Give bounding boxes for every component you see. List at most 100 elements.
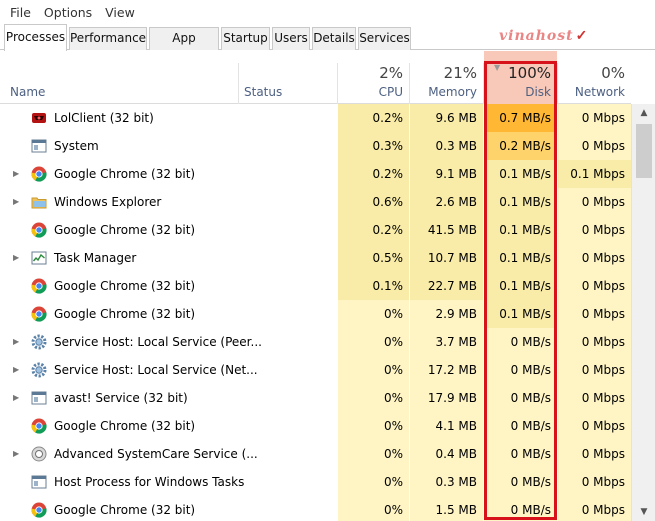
disk-value: 0 MB/s	[484, 328, 557, 356]
network-value: 0 Mbps	[558, 216, 631, 244]
disk-value: 0.2 MB/s	[484, 132, 557, 160]
tab-performance[interactable]: Performance	[69, 27, 147, 50]
network-column-label: Network	[574, 85, 625, 99]
status-value	[239, 496, 337, 521]
expand-chevron-icon[interactable]: ▶	[13, 440, 23, 468]
scroll-thumb[interactable]	[636, 124, 652, 178]
task-manager-icon	[31, 250, 47, 266]
watermark-text: vinahost	[499, 28, 574, 44]
disk-value: 0.1 MB/s	[484, 244, 557, 272]
lolclient-icon	[31, 110, 47, 126]
tab-processes[interactable]: Processes	[4, 24, 67, 51]
disk-value: 0.1 MB/s	[484, 160, 557, 188]
status-value	[239, 244, 337, 272]
network-value: 0 Mbps	[558, 496, 631, 521]
process-row[interactable]: ▶ Windows Explorer 0.6% 2.6 MB 0.1 MB/s 0 Mbp…	[0, 188, 631, 216]
process-row[interactable]: ▶ Google Chrome (32 bit) 0.2% 9.1 MB 0.1 MB/…	[0, 160, 631, 188]
process-name: Google Chrome (32 bit)	[54, 307, 196, 321]
process-row[interactable]: Google Chrome (32 bit) 0.2% 41.5 MB 0.1 MB/…	[0, 216, 631, 244]
process-name: Advanced SystemCare Service (...	[54, 447, 258, 461]
status-value	[239, 468, 337, 496]
process-name: avast! Service (32 bit)	[54, 391, 188, 405]
process-name: Google Chrome (32 bit)	[54, 419, 196, 433]
process-row[interactable]: ▶ Advanced SystemCare Service (... 0% 0.4 M…	[0, 440, 631, 468]
memory-value: 0.3 MB	[410, 468, 483, 496]
tab-details[interactable]: Details	[312, 27, 356, 50]
process-name: LolClient (32 bit)	[54, 111, 154, 125]
vertical-scrollbar[interactable]: ▲ ▼	[631, 104, 655, 521]
cpu-value: 0%	[338, 412, 409, 440]
process-row[interactable]: Google Chrome (32 bit) 0% 4.1 MB 0 MB/s 0 Mb…	[0, 412, 631, 440]
process-row[interactable]: ▶ avast! Service (32 bit) 0% 17.9 MB 0 MB/s 0…	[0, 384, 631, 412]
chrome-icon	[31, 278, 47, 294]
status-value	[239, 160, 337, 188]
memory-value: 1.5 MB	[410, 496, 483, 521]
memory-value: 17.2 MB	[410, 356, 483, 384]
memory-value: 0.4 MB	[410, 440, 483, 468]
expand-chevron-icon[interactable]: ▶	[13, 356, 23, 384]
memory-column-header[interactable]: 21% Memory	[410, 51, 483, 104]
scroll-up-icon[interactable]: ▲	[632, 104, 655, 122]
disk-column-header[interactable]: ▼ 100% Disk	[484, 51, 557, 104]
disk-value: 0.1 MB/s	[484, 300, 557, 328]
process-row[interactable]: Google Chrome (32 bit) 0.1% 22.7 MB 0.1 MB/…	[0, 272, 631, 300]
advanced-systemcare-icon	[31, 446, 47, 462]
process-row[interactable]: Google Chrome (32 bit) 0% 1.5 MB 0 MB/s 0 Mb…	[0, 496, 631, 521]
folder-icon	[31, 194, 47, 210]
disk-value: 0.7 MB/s	[484, 104, 557, 132]
process-row[interactable]: LolClient (32 bit) 0.2% 9.6 MB 0.7 MB/s 0 Mb…	[0, 104, 631, 132]
scroll-down-icon[interactable]: ▼	[632, 503, 655, 521]
process-name: Host Process for Windows Tasks	[54, 475, 245, 489]
status-value	[239, 132, 337, 160]
process-row[interactable]: Host Process for Windows Tasks 0% 0.3 MB 0 …	[0, 468, 631, 496]
name-column-header[interactable]: Name	[0, 51, 238, 104]
menu-options[interactable]: Options	[40, 5, 101, 20]
cpu-value: 0%	[338, 384, 409, 412]
network-value: 0 Mbps	[558, 272, 631, 300]
cpu-value: 0%	[338, 328, 409, 356]
expand-chevron-icon[interactable]: ▶	[13, 328, 23, 356]
tab-services[interactable]: Services	[358, 27, 411, 50]
status-column-header[interactable]: Status	[239, 51, 337, 104]
menu-file[interactable]: File	[6, 5, 40, 20]
process-row[interactable]: ▶ Task Manager 0.5% 10.7 MB 0.1 MB/s 0 Mbps	[0, 244, 631, 272]
cpu-value: 0.6%	[338, 188, 409, 216]
cpu-value: 0%	[338, 300, 409, 328]
process-name: Google Chrome (32 bit)	[54, 167, 196, 181]
system-window-icon	[31, 390, 47, 406]
status-value	[239, 384, 337, 412]
cpu-value: 0%	[338, 496, 409, 521]
process-row[interactable]: Google Chrome (32 bit) 0% 2.9 MB 0.1 MB/s 0 …	[0, 300, 631, 328]
memory-value: 4.1 MB	[410, 412, 483, 440]
network-column-header[interactable]: 0% Network	[558, 51, 631, 104]
tab-app-history[interactable]: App history	[149, 27, 219, 65]
status-value	[239, 356, 337, 384]
cpu-value: 0.2%	[338, 104, 409, 132]
expand-chevron-icon[interactable]: ▶	[13, 188, 23, 216]
disk-value: 0 MB/s	[484, 412, 557, 440]
status-column-label: Status	[244, 85, 283, 99]
network-value: 0 Mbps	[558, 188, 631, 216]
disk-total: 100%	[508, 64, 551, 82]
cpu-value: 0.3%	[338, 132, 409, 160]
menu-view[interactable]: View	[101, 5, 144, 20]
chrome-icon	[31, 418, 47, 434]
process-row[interactable]: ▶ Service Host: Local Service (Peer... 0% 3…	[0, 328, 631, 356]
cpu-total: 2%	[379, 64, 403, 82]
tab-users[interactable]: Users	[272, 27, 310, 50]
tab-startup[interactable]: Startup	[221, 27, 270, 50]
expand-chevron-icon[interactable]: ▶	[13, 244, 23, 272]
process-row[interactable]: System 0.3% 0.3 MB 0.2 MB/s 0 Mbps	[0, 132, 631, 160]
memory-value: 2.9 MB	[410, 300, 483, 328]
cpu-column-label: CPU	[378, 85, 403, 99]
memory-value: 9.1 MB	[410, 160, 483, 188]
process-row[interactable]: ▶ Service Host: Local Service (Net... 0% 17…	[0, 356, 631, 384]
status-value	[239, 412, 337, 440]
expand-chevron-icon[interactable]: ▶	[13, 384, 23, 412]
status-value	[239, 188, 337, 216]
cpu-column-header[interactable]: 2% CPU	[338, 51, 409, 104]
memory-value: 0.3 MB	[410, 132, 483, 160]
check-mark-icon: ✓	[575, 28, 589, 44]
cpu-value: 0%	[338, 440, 409, 468]
expand-chevron-icon[interactable]: ▶	[13, 160, 23, 188]
